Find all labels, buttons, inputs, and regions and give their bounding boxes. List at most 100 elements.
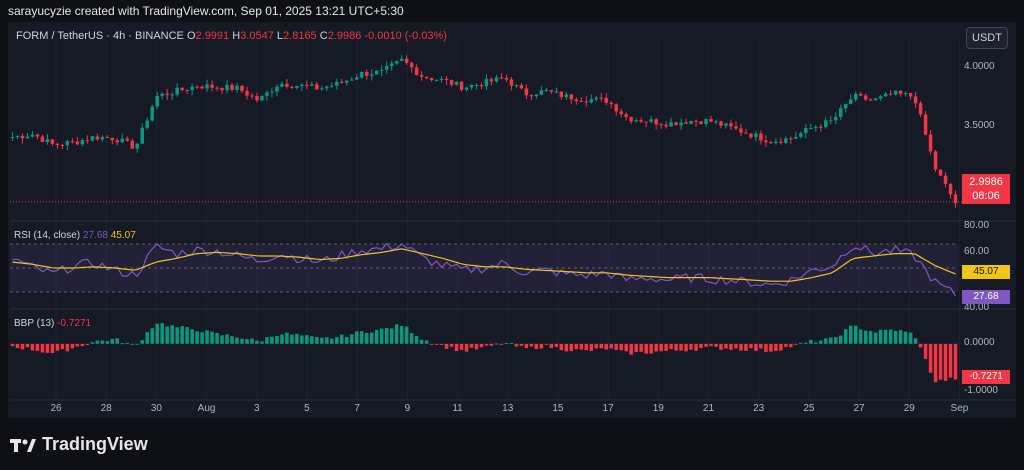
candle: [893, 90, 898, 95]
x-tick-label: 29: [904, 403, 916, 414]
candle: [714, 121, 718, 123]
bbp-bar: [948, 343, 953, 378]
bbp-pane: [10, 323, 958, 383]
candle: [649, 119, 653, 122]
candle: [15, 135, 20, 137]
candle: [734, 126, 738, 129]
candle: [619, 111, 623, 115]
bbp-bar: [260, 341, 264, 344]
candle: [459, 81, 464, 90]
candle: [35, 134, 40, 137]
candle: [479, 84, 484, 87]
candle: [474, 84, 479, 86]
candle: [524, 88, 529, 96]
candle: [509, 79, 514, 86]
candle: [350, 79, 354, 81]
bbp-bar: [564, 343, 569, 352]
bbp-bar: [549, 343, 554, 349]
rsi-legend-value: 27.68: [82, 230, 108, 241]
candle: [908, 93, 913, 97]
bbp-bar: [235, 337, 239, 344]
candle: [774, 141, 778, 144]
bbp-bar: [150, 328, 154, 344]
bbp-bar: [115, 338, 120, 344]
bbp-bar: [439, 343, 444, 345]
bbp-bar: [739, 343, 743, 351]
candle: [195, 86, 199, 88]
bbp-bar: [609, 343, 613, 349]
bbp-bar: [55, 343, 60, 351]
bbp-bar: [604, 343, 608, 350]
rsi-ma-tag: 45.07: [962, 265, 1010, 279]
candle: [504, 77, 509, 80]
bbp-bar: [60, 343, 65, 350]
candle: [639, 120, 643, 122]
bbp-bar: [285, 332, 289, 344]
bbp-bar: [250, 338, 254, 344]
candle: [794, 136, 798, 139]
bbp-bar: [419, 339, 424, 344]
bbp-bar: [70, 343, 75, 349]
rsi-axis-80: 80.00: [964, 220, 990, 231]
candle: [105, 137, 110, 139]
bbp-bar: [469, 343, 474, 348]
candle: [205, 84, 209, 89]
open-value: 2.9991: [195, 30, 230, 42]
candle: [898, 90, 903, 94]
bbp-bar: [764, 343, 768, 352]
x-tick-label: 13: [502, 403, 514, 414]
candle: [519, 85, 524, 89]
candle: [95, 136, 100, 140]
bbp-bar: [100, 340, 105, 344]
candle: [280, 83, 284, 87]
candle: [300, 84, 304, 87]
x-tick-label: 7: [354, 403, 360, 414]
candle: [759, 133, 763, 141]
candle: [75, 141, 80, 145]
candle: [499, 77, 504, 79]
bbp-bar: [360, 331, 364, 344]
bbp-bar: [629, 343, 633, 355]
bbp-bar: [155, 323, 159, 344]
candle: [489, 79, 494, 82]
bbp-bar: [355, 331, 359, 344]
candle: [90, 136, 95, 141]
bbp-bar: [888, 329, 893, 344]
bbp-bar: [554, 343, 559, 347]
bbp-bar: [809, 339, 813, 344]
bbp-bar: [878, 329, 883, 344]
candle: [340, 81, 344, 83]
bbp-bar: [734, 343, 738, 349]
candle: [125, 138, 129, 141]
candle: [744, 132, 748, 134]
candle: [50, 139, 55, 144]
candle: [355, 77, 359, 80]
bbp-bar: [399, 325, 404, 344]
candle: [10, 136, 15, 138]
high-value: 3.0547: [240, 30, 274, 42]
currency-button[interactable]: USDT: [966, 27, 1008, 49]
candle: [404, 58, 409, 63]
bbp-bar: [569, 343, 574, 352]
candle: [923, 114, 928, 135]
tradingview-logo[interactable]: TradingView: [10, 434, 148, 455]
bbp-bar: [230, 336, 234, 344]
bbp-bar: [434, 343, 439, 345]
candle: [409, 62, 414, 68]
candle: [699, 121, 703, 125]
bbp-bar: [519, 343, 524, 346]
bbp-bar: [10, 343, 15, 347]
bbp-bar: [15, 343, 20, 349]
x-tick-label: Sep: [951, 403, 969, 414]
candle: [719, 121, 723, 126]
chart-canvas[interactable]: 26 28 30 Aug 3 5 7 9 11 13 15 17 19 21 23 25 27 29 Sep: [0, 0, 1024, 470]
bbp-bar: [215, 333, 219, 344]
bbp-bar: [40, 343, 45, 353]
bbp-bar: [804, 342, 808, 344]
candle: [320, 88, 324, 90]
candle: [948, 183, 953, 195]
candle: [434, 79, 439, 81]
bbp-bar: [913, 338, 918, 344]
bbp-bar: [379, 328, 384, 344]
change-value: -0.0010 (-0.03%): [364, 30, 447, 42]
